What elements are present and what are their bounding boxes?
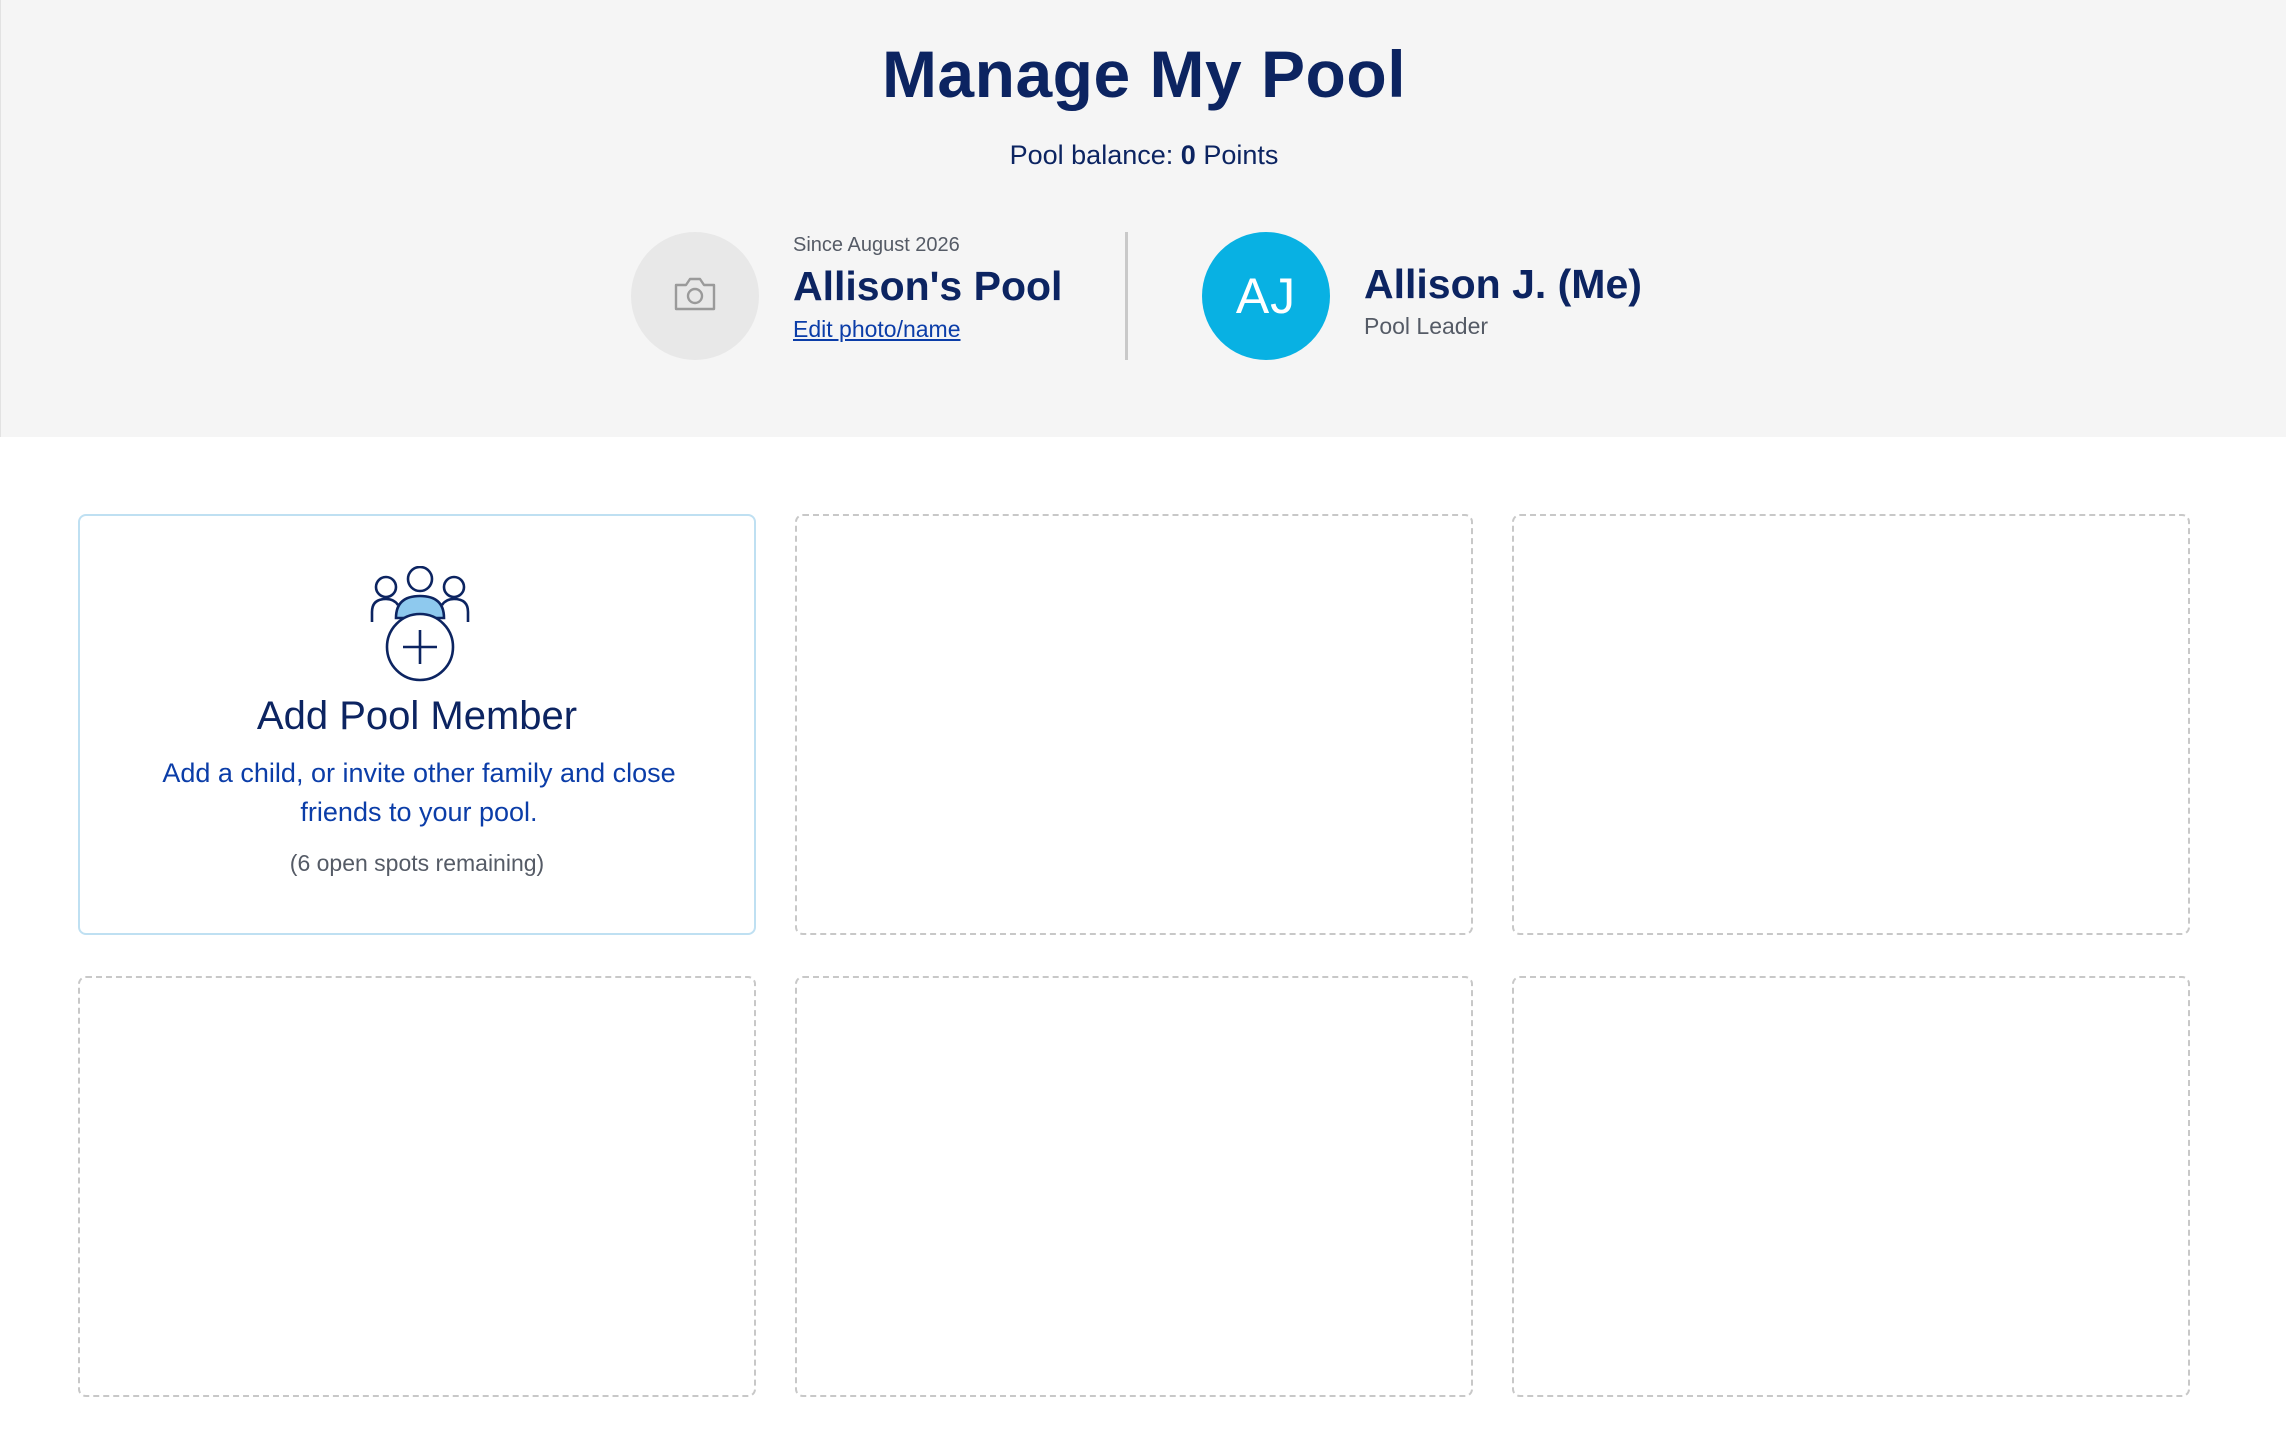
pool-photo[interactable]	[631, 232, 759, 360]
leader-role: Pool Leader	[1364, 313, 1489, 339]
pool-info: Since August 2026 Allison's Pool Edit ph…	[793, 232, 1062, 346]
pool-balance: Pool balance: 0 Points	[1, 140, 2286, 171]
balance-label: Pool balance:	[1009, 140, 1174, 170]
add-member-title: Add Pool Member	[256, 694, 578, 738]
balance-unit: Points	[1203, 140, 1279, 170]
empty-member-slot	[78, 976, 756, 1397]
empty-member-slot	[795, 976, 1473, 1397]
leader-info: Allison J. (Me) Pool Leader	[1364, 258, 1642, 342]
header-divider	[1125, 232, 1128, 360]
edit-photo-name-link[interactable]: Edit photo/name	[793, 312, 1062, 346]
page-title: Manage My Pool	[881, 37, 1407, 111]
empty-member-slot	[795, 514, 1473, 935]
leader-name: Allison J. (Me)	[1364, 261, 1642, 307]
pool-since: Since August 2026	[793, 234, 960, 256]
camera-icon	[672, 275, 718, 318]
balance-value: 0	[1180, 140, 1196, 170]
open-spots-count: (6 open spots remaining)	[289, 850, 545, 876]
avatar: AJ	[1202, 232, 1330, 360]
empty-member-slot	[1512, 514, 2190, 935]
pool-header: Manage My Pool Pool balance: 0 Points Si…	[0, 0, 2286, 437]
add-member-description: Add a child, or invite other family and …	[162, 758, 676, 827]
empty-member-slot	[1512, 976, 2190, 1397]
add-pool-member-card[interactable]: Add Pool Member Add a child, or invite o…	[78, 514, 756, 935]
pool-name: Allison's Pool	[793, 263, 1063, 309]
group-add-icon	[370, 565, 470, 686]
